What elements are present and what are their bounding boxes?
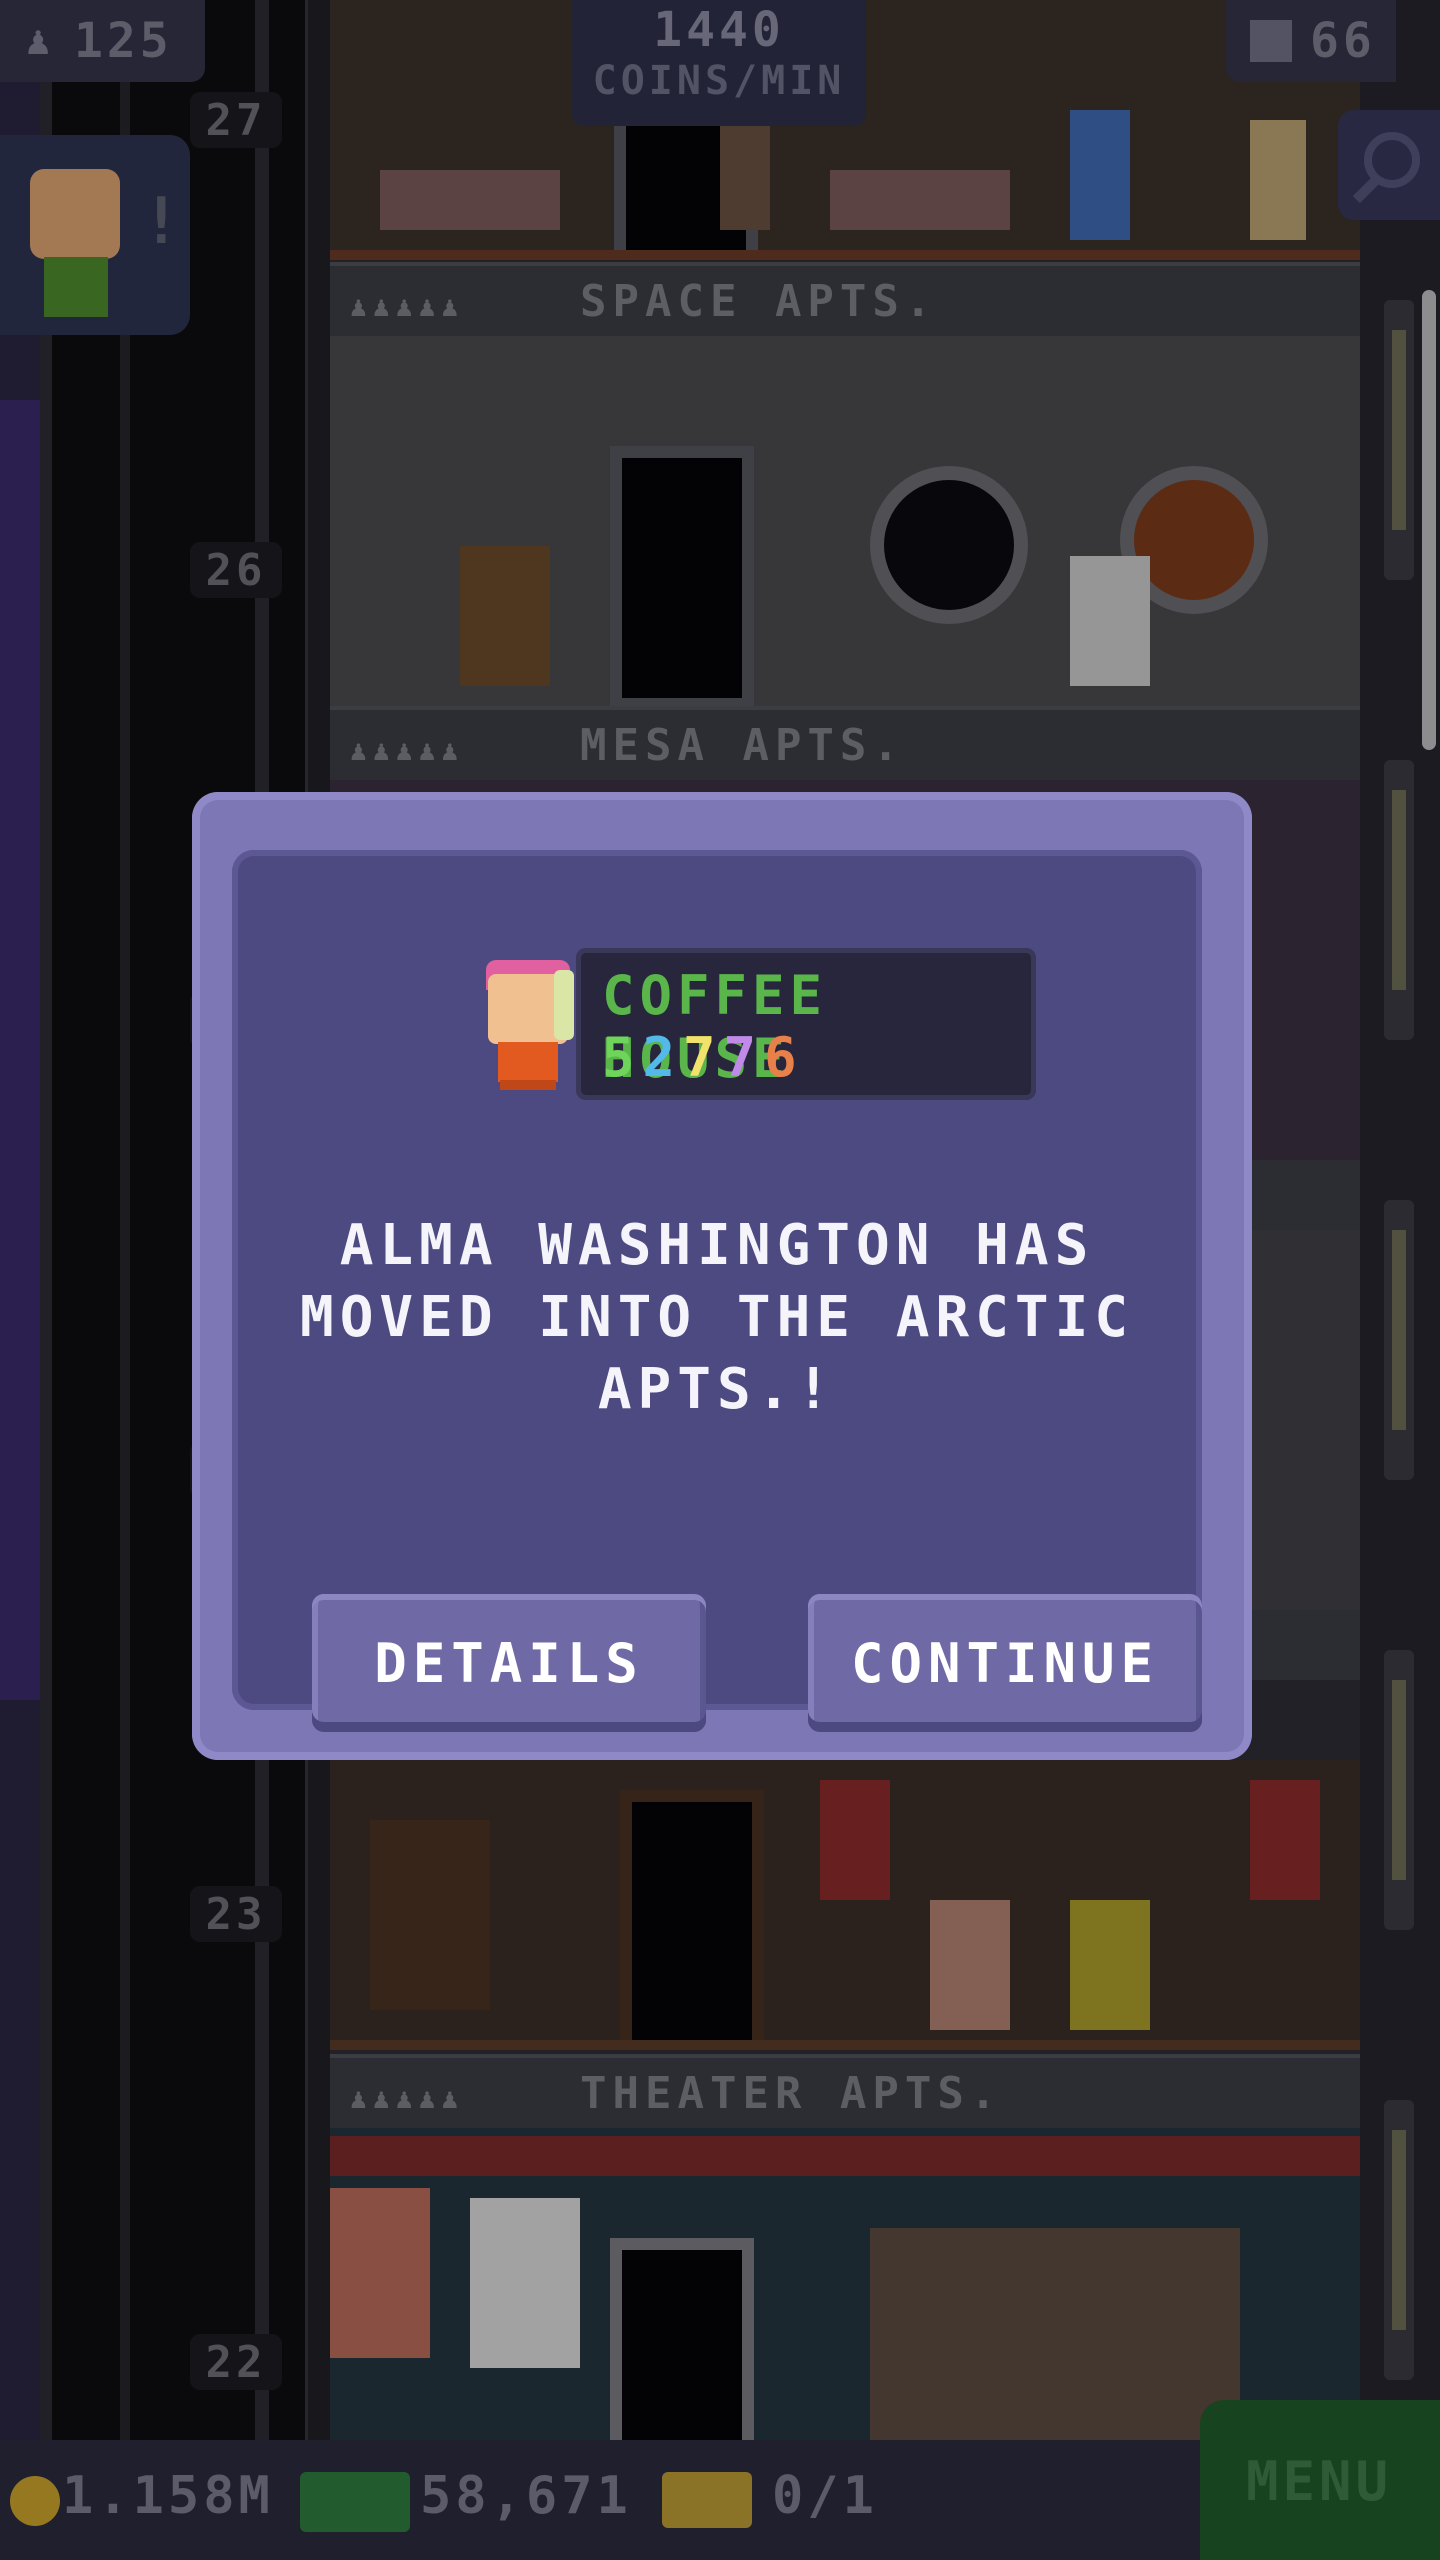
skill-digit: 2: [642, 1026, 684, 1089]
move-in-dialog: COFFEE HOUSE 52776 ALMA WASHINGTON HAS M…: [192, 792, 1252, 1760]
skill-digit: 7: [723, 1026, 765, 1089]
dialog-panel: COFFEE HOUSE 52776 ALMA WASHINGTON HAS M…: [232, 850, 1202, 1732]
skill-digit: 6: [764, 1026, 805, 1089]
avatar-feet: [500, 1080, 556, 1090]
dialog-message: ALMA WASHINGTON HAS MOVED INTO THE ARCTI…: [299, 1213, 1134, 1422]
skill-digit: 7: [683, 1026, 724, 1089]
skill-digit: 5: [602, 1026, 643, 1089]
dream-job-card: COFFEE HOUSE 52776: [576, 948, 1036, 1100]
details-button[interactable]: DETAILS: [312, 1594, 706, 1732]
skill-digits: 52776: [602, 1026, 805, 1089]
avatar-shirt: [498, 1042, 558, 1082]
continue-button[interactable]: CONTINUE: [808, 1594, 1202, 1732]
bitizen-avatar: [478, 960, 578, 1090]
avatar-side: [554, 970, 574, 1040]
